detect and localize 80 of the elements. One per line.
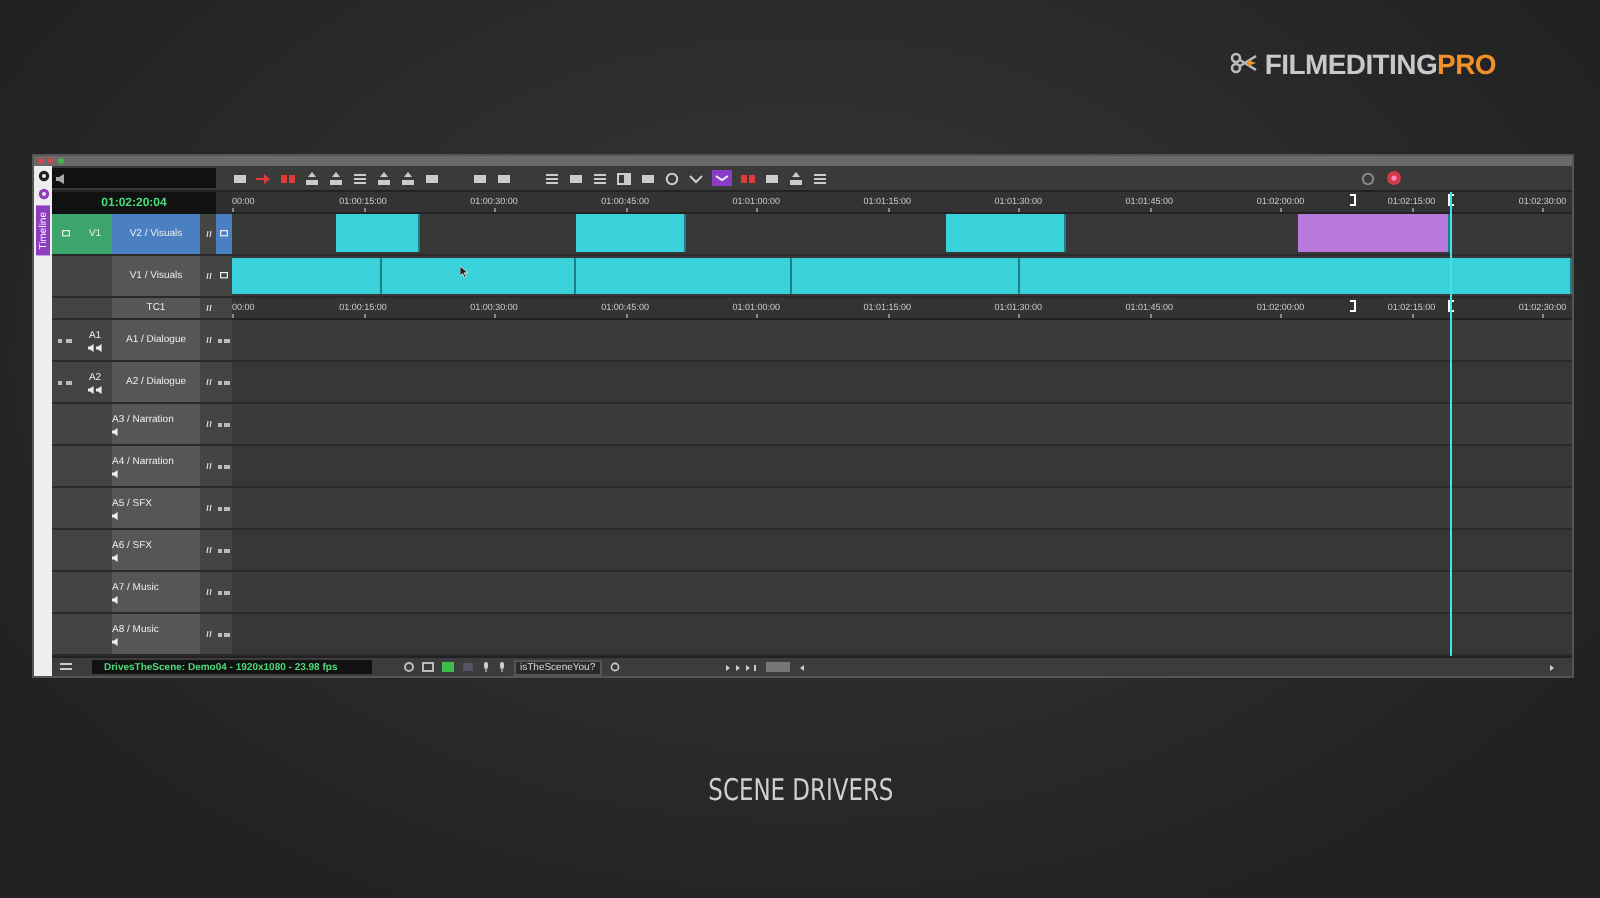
speaker-icon [112,511,120,519]
solo-mute-icon[interactable] [218,589,230,595]
frame-icon[interactable] [640,171,656,185]
toolbar-field[interactable] [52,168,216,188]
scissors-icon [1230,52,1259,74]
solo-mute-icon[interactable] [218,505,230,511]
speaker-icon[interactable] [56,173,66,183]
clip[interactable] [946,214,1066,252]
speaker-icon [87,385,103,393]
clip[interactable] [382,258,577,294]
clip[interactable] [1298,214,1451,252]
circle-icon[interactable] [664,171,680,185]
frame-icon[interactable] [568,171,584,185]
frame-icon[interactable] [424,171,440,185]
mark-in-icon [1447,194,1454,206]
lift-icon[interactable] [400,171,416,185]
monitor-icon[interactable] [220,272,228,280]
frame-icon[interactable] [422,662,434,672]
speaker-icon [112,553,120,561]
playback-controls-icon[interactable] [725,663,758,671]
clip[interactable] [576,258,793,294]
sync-lock-icon[interactable] [205,630,211,638]
microphone-icon[interactable] [498,662,506,672]
sync-lock-icon[interactable] [205,462,211,470]
sync-lock-icon[interactable] [205,336,211,344]
caption-text: SCENE DRIVERS [707,772,893,808]
lift-icon[interactable] [376,171,392,185]
clip[interactable] [232,258,383,294]
clip[interactable] [336,214,420,252]
solo-mute-icon[interactable] [57,379,73,385]
chevron-icon[interactable] [688,171,704,185]
speaker-icon [112,637,120,645]
solo-mute-icon[interactable] [218,631,230,637]
monitor-icon[interactable] [220,230,228,238]
frame-icon[interactable] [764,171,780,185]
mouse-pointer-icon [459,266,468,278]
monitor-icon [61,230,69,238]
solo-mute-icon[interactable] [218,463,230,469]
speaker-icon [112,469,120,477]
sync-lock-icon[interactable] [205,588,211,596]
sync-lock-icon[interactable] [205,504,211,512]
clip[interactable] [1019,258,1572,294]
logo-accent-text: PRO [1437,47,1496,79]
solo-mute-icon[interactable] [218,337,230,343]
bars-icon[interactable] [592,171,608,185]
solo-mute-icon[interactable] [218,379,230,385]
sync-lock-icon[interactable] [205,304,211,312]
solo-mute-icon[interactable] [218,547,230,553]
microphone-icon[interactable] [482,662,490,672]
sync-lock-icon[interactable] [205,546,211,554]
refresh-icon[interactable] [609,662,620,672]
zoom-slider-icon[interactable] [765,662,790,672]
sync-lock-icon[interactable] [205,230,211,238]
bars-icon[interactable] [352,171,368,185]
circle-icon[interactable] [1360,171,1376,185]
solo-mute-icon[interactable] [57,337,73,343]
mark-in-icon [1447,300,1454,312]
arrow-icon[interactable] [256,171,272,185]
sync-lock-icon[interactable] [205,272,211,280]
sync-lock-icon[interactable] [205,378,211,386]
mark-out-icon [1349,194,1356,206]
bars-icon[interactable] [812,171,828,185]
menu-icon[interactable] [60,662,72,672]
lift-icon[interactable] [788,171,804,185]
logo-text: FILMEDITING [1264,47,1438,79]
clip[interactable] [792,258,1020,294]
mark-out-icon [1349,300,1356,312]
lift-icon[interactable] [328,171,344,185]
solo-mute-icon[interactable] [218,421,230,427]
track-lock-cell[interactable] [52,214,78,254]
speaker-icon [112,427,120,435]
clip[interactable] [576,214,687,252]
speaker-icon [87,343,103,351]
bars-icon[interactable] [544,171,560,185]
sync-lock-icon[interactable] [205,420,211,428]
lift-icon[interactable] [304,171,320,185]
scroll-right-icon[interactable] [1548,663,1556,671]
frame-icon[interactable] [232,171,248,185]
half-square-icon[interactable] [616,171,632,185]
speaker-icon [112,595,120,603]
